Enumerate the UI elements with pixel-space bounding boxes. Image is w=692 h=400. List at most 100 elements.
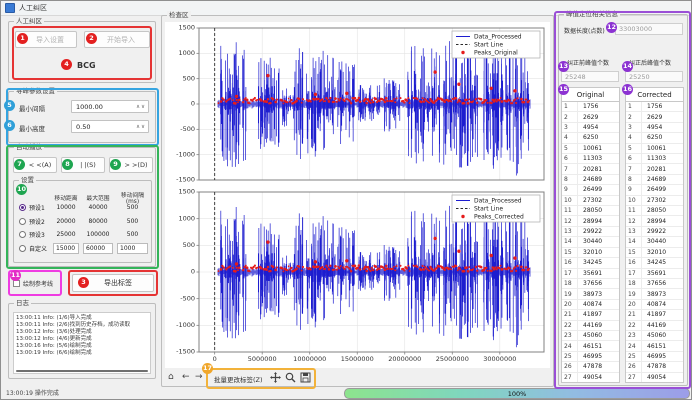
peak-table-row[interactable]: 611303 bbox=[562, 154, 619, 164]
original-peaks-table[interactable]: Original 1175622629349544625051006161130… bbox=[561, 87, 620, 383]
preset-row[interactable]: 预设22000080000500 bbox=[15, 215, 150, 229]
peak-table-row[interactable]: 2546995 bbox=[562, 352, 619, 362]
annotation-badge-9: 9 bbox=[110, 159, 121, 170]
peak-table-row[interactable]: 2647878 bbox=[562, 362, 619, 372]
min-height-value: 0.50 bbox=[76, 123, 90, 131]
peak-table-row[interactable]: 1735691 bbox=[562, 269, 619, 279]
peak-table-row[interactable]: 1228994 bbox=[562, 216, 619, 226]
preset-radio[interactable] bbox=[19, 204, 26, 211]
batch-edit-labels-button[interactable]: 批量更改标签(Z) bbox=[214, 374, 263, 384]
peak-table-row[interactable]: 2244169 bbox=[562, 321, 619, 331]
save-icon[interactable] bbox=[300, 372, 311, 383]
peak-table-row[interactable]: 926499 bbox=[562, 185, 619, 195]
preset-radio[interactable] bbox=[19, 218, 26, 225]
peak-row-value: 6250 bbox=[642, 133, 662, 142]
peak-row-index: 13 bbox=[562, 227, 578, 236]
zoom-icon[interactable] bbox=[285, 372, 296, 383]
preset-radio[interactable] bbox=[19, 245, 26, 252]
peak-table-row[interactable]: 1027302 bbox=[562, 196, 619, 206]
peak-table-row[interactable]: 1938973 bbox=[626, 289, 683, 299]
peak-table-row[interactable]: 1837656 bbox=[626, 279, 683, 289]
reference-line-checkbox[interactable]: 绘制参考线 bbox=[13, 279, 53, 288]
peak-table-row[interactable]: 824689 bbox=[626, 175, 683, 185]
peak-table-row[interactable]: 2446151 bbox=[626, 341, 683, 351]
log-box[interactable]: 13:00:11 Info: (1/6)导入完成13:00:11 Info: (… bbox=[13, 312, 151, 374]
peak-table-row[interactable]: 2141897 bbox=[626, 310, 683, 320]
peak-row-value: 45060 bbox=[642, 331, 666, 340]
peak-table-row[interactable]: 1837656 bbox=[562, 279, 619, 289]
peak-table-row[interactable]: 2546995 bbox=[626, 352, 683, 362]
mode-label: BCG bbox=[77, 61, 96, 70]
peak-table-row[interactable]: 2749054 bbox=[626, 373, 683, 382]
peak-row-index: 26 bbox=[626, 362, 642, 371]
peak-table-row[interactable]: 611303 bbox=[626, 154, 683, 164]
peak-row-value: 38973 bbox=[642, 289, 666, 298]
min-interval-spinbox[interactable]: 1000.00 ∧∨ bbox=[71, 100, 149, 113]
peak-table-row[interactable]: 2040874 bbox=[562, 300, 619, 310]
peak-row-index: 7 bbox=[562, 164, 578, 173]
min-height-spinbox[interactable]: 0.50 ∧∨ bbox=[71, 120, 149, 133]
peak-table-row[interactable]: 1329922 bbox=[626, 227, 683, 237]
preset-row[interactable]: 自定义15000600001000 bbox=[15, 242, 150, 256]
preset-row[interactable]: 预设325000100000500 bbox=[15, 228, 150, 242]
peak-table-row[interactable]: 22629 bbox=[562, 112, 619, 122]
peak-table-row[interactable]: 11756 bbox=[626, 102, 683, 112]
peak-table-row[interactable]: 2647878 bbox=[626, 362, 683, 372]
peak-table-row[interactable]: 1228994 bbox=[626, 216, 683, 226]
peak-table-row[interactable]: 2244169 bbox=[626, 321, 683, 331]
peak-table-row[interactable]: 2749054 bbox=[562, 373, 619, 382]
peak-table-row[interactable]: 1532010 bbox=[626, 248, 683, 258]
checkbox-icon[interactable] bbox=[13, 280, 20, 287]
preset-value-input[interactable]: 60000 bbox=[83, 243, 113, 254]
peak-table-row[interactable]: 2040874 bbox=[626, 300, 683, 310]
peak-table-row[interactable]: 46250 bbox=[626, 133, 683, 143]
peak-table-row[interactable]: 720281 bbox=[626, 164, 683, 174]
peak-table-row[interactable]: 1735691 bbox=[626, 269, 683, 279]
peak-table-row[interactable]: 1634245 bbox=[626, 258, 683, 268]
preset-value-input[interactable]: 1000 bbox=[117, 243, 148, 254]
peak-table-row[interactable]: 22629 bbox=[626, 112, 683, 122]
log-scrollbar[interactable] bbox=[16, 370, 148, 372]
preset-label: 预设2 bbox=[29, 217, 45, 226]
corrected-peaks-table[interactable]: Corrected 117562262934954462505100616113… bbox=[625, 87, 684, 383]
peak-table-row[interactable]: 46250 bbox=[562, 133, 619, 143]
peak-table-row[interactable]: 1128050 bbox=[626, 206, 683, 216]
peak-table-row[interactable]: 824689 bbox=[562, 175, 619, 185]
peak-table-row[interactable]: 1938973 bbox=[562, 289, 619, 299]
spinner-arrows-icon[interactable]: ∧∨ bbox=[136, 121, 146, 132]
pan-icon[interactable] bbox=[270, 372, 281, 383]
annotation-badge-2: 2 bbox=[86, 33, 97, 44]
peak-table-row[interactable]: 1128050 bbox=[562, 206, 619, 216]
peak-table-row[interactable]: 11756 bbox=[562, 102, 619, 112]
peak-table-row[interactable]: 1027302 bbox=[626, 196, 683, 206]
signal-chart-original[interactable] bbox=[165, 22, 550, 186]
peak-row-value: 34245 bbox=[578, 258, 602, 267]
back-icon[interactable]: ← bbox=[182, 371, 190, 383]
peak-table-row[interactable]: 1430440 bbox=[626, 237, 683, 247]
forward-icon[interactable]: → bbox=[195, 371, 203, 383]
peak-row-index: 7 bbox=[626, 164, 642, 173]
spinner-arrows-icon[interactable]: ∧∨ bbox=[136, 101, 146, 112]
peak-table-row[interactable]: 2141897 bbox=[562, 310, 619, 320]
peak-table-row[interactable]: 2345060 bbox=[626, 331, 683, 341]
status-text: 13:00:19 操作完成 bbox=[6, 388, 59, 397]
peak-table-row[interactable]: 720281 bbox=[562, 164, 619, 174]
peak-table-row[interactable]: 510061 bbox=[626, 144, 683, 154]
peak-table-row[interactable]: 34954 bbox=[562, 123, 619, 133]
peak-table-row[interactable]: 510061 bbox=[562, 144, 619, 154]
peak-row-index: 4 bbox=[562, 133, 578, 142]
signal-chart-corrected[interactable] bbox=[165, 186, 550, 368]
preset-value-input[interactable]: 15000 bbox=[53, 243, 79, 254]
autoplay-back-label: < <(A) bbox=[29, 161, 51, 169]
home-icon[interactable]: ⌂ bbox=[168, 371, 174, 383]
preset-radio[interactable] bbox=[19, 231, 26, 238]
peak-table-row[interactable]: 1634245 bbox=[562, 258, 619, 268]
peak-table-row[interactable]: 34954 bbox=[626, 123, 683, 133]
peak-table-row[interactable]: 2345060 bbox=[562, 331, 619, 341]
peak-table-row[interactable]: 1430440 bbox=[562, 237, 619, 247]
peak-table-row[interactable]: 2446151 bbox=[562, 341, 619, 351]
peak-table-row[interactable]: 1329922 bbox=[562, 227, 619, 237]
peak-row-value: 28994 bbox=[642, 216, 666, 225]
peak-table-row[interactable]: 1532010 bbox=[562, 248, 619, 258]
peak-table-row[interactable]: 926499 bbox=[626, 185, 683, 195]
